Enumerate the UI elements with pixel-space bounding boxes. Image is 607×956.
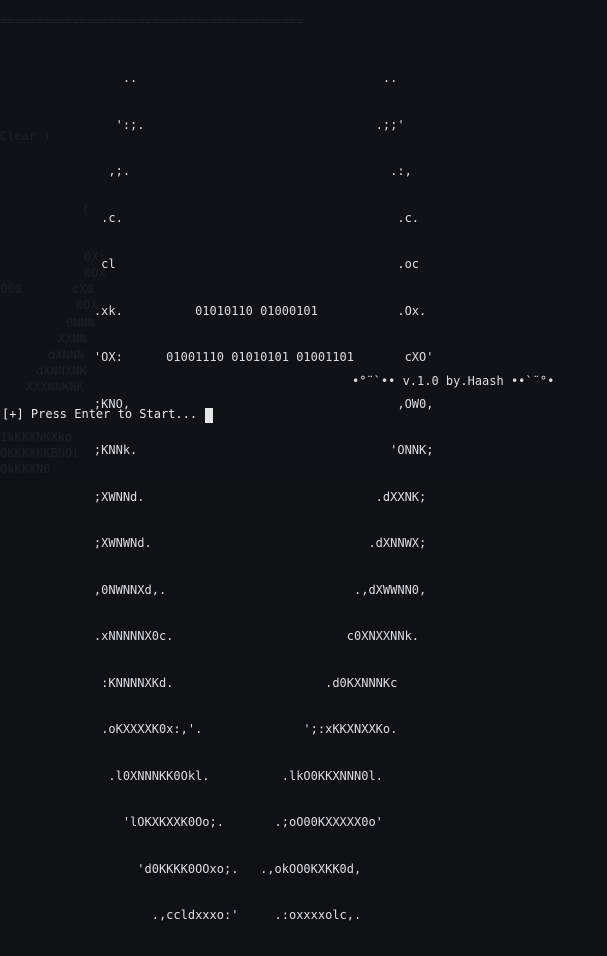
ascii-logo-line: ... ... — [0, 955, 607, 956]
start-prompt[interactable]: [+] Press Enter to Start... — [2, 406, 213, 422]
version-label: •°¨`•• v.1.0 by.Haash ••`¨°• — [352, 374, 554, 389]
ascii-logo-line: ;XWNNd. .dXXNK; — [0, 490, 607, 506]
terminal-window: ========================================… — [0, 0, 607, 478]
ascii-logo-line: ,;. .:, — [0, 164, 607, 180]
ascii-logo-line: .c. .c. — [0, 211, 607, 227]
ascii-logo-line: 'OX: 01001110 01010101 01001101 cXO' — [0, 350, 607, 366]
ascii-logo-line: :KNNNNXKd. .d0KXNNNKc — [0, 676, 607, 692]
ascii-logo-line: cl .oc — [0, 257, 607, 273]
ascii-logo-line: .xk. 01010110 01000101 .Ox. — [0, 304, 607, 320]
ghost-line: ========================================… — [0, 14, 303, 29]
prompt-text: [+] Press Enter to Start... — [2, 406, 197, 422]
ascii-logo-line: ;KNNk. 'ONNK; — [0, 443, 607, 459]
ascii-logo-line: .l0XNNNKK0Okl. .lkO0KKXNNN0l. — [0, 769, 607, 785]
ascii-logo-line: .,ccldxxxo:' .:oxxxxolc,. — [0, 908, 607, 924]
ascii-logo-line: .xNNNNNX0c. c0XNXXNNk. — [0, 629, 607, 645]
ascii-logo: .. .. ':;. .;;' ,;. .:, .c. — [0, 40, 607, 956]
ascii-logo-line: .. .. — [0, 71, 607, 87]
cursor-block — [205, 408, 213, 423]
ascii-logo-line: 'd0KKKK0OOxo;. .,okOO0KXKK0d, — [0, 862, 607, 878]
ascii-logo-line: ,0NWNNXd,. .,dXWWNN0, — [0, 583, 607, 599]
ascii-logo-line: 'lOKXKXXK0Oo;. .;oO00KXXXXX0o' — [0, 815, 607, 831]
ascii-logo-line: ':;. .;;' — [0, 118, 607, 134]
ascii-logo-line: ;XWNWNd. .dXNNWX; — [0, 536, 607, 552]
ascii-logo-line: .oKXXXXK0x:,'. ';:xKKXNXXKo. — [0, 722, 607, 738]
